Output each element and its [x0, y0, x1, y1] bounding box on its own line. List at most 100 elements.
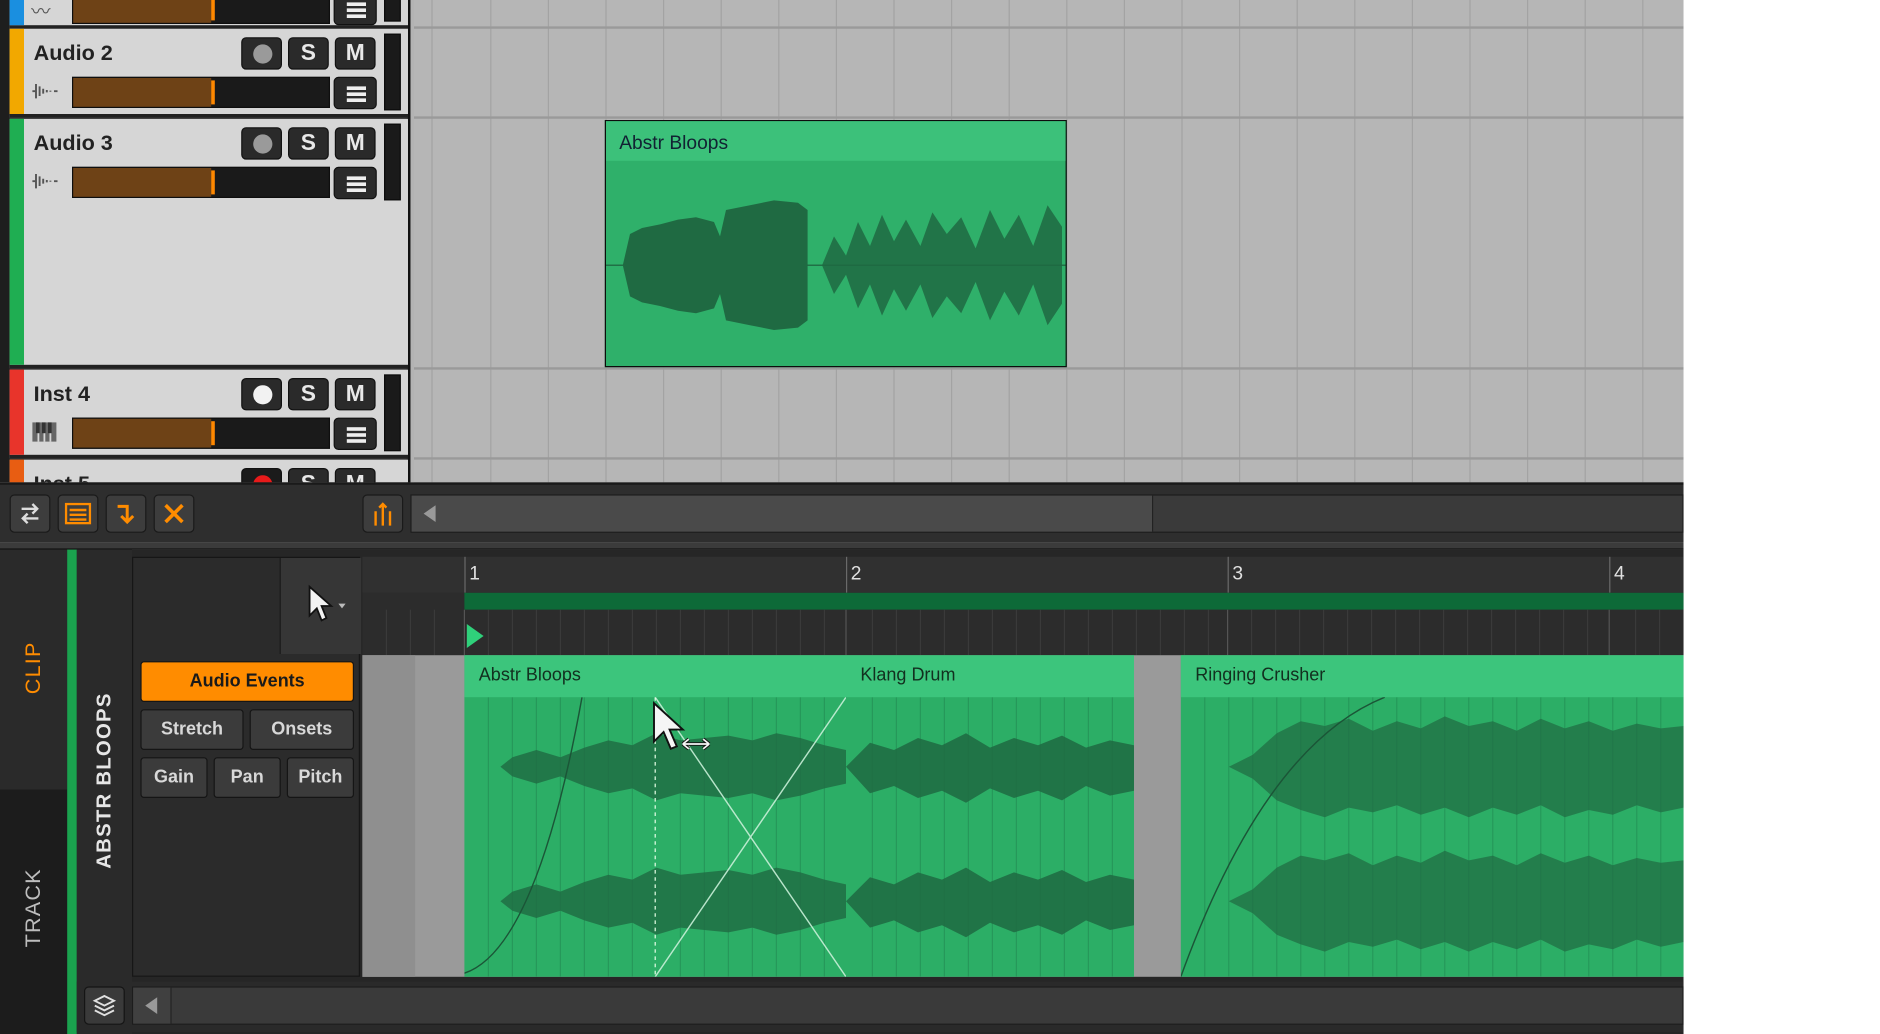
stretch-button[interactable]: Stretch [140, 709, 244, 750]
volume-fader[interactable] [72, 0, 330, 25]
audio-events-button[interactable]: Audio Events [140, 661, 354, 702]
track-name[interactable]: Inst 4 [34, 382, 90, 407]
tab-clip[interactable]: CLIP [0, 549, 68, 790]
onsets-button[interactable]: Onsets [249, 709, 354, 750]
track-color-strip [9, 0, 24, 26]
waveform-icon [31, 79, 58, 103]
arrow-down-icon[interactable] [105, 494, 147, 533]
gain-button[interactable]: Gain [140, 757, 208, 799]
clip-waveform [606, 200, 1066, 330]
mute-button[interactable]: M [334, 468, 376, 483]
clip-name-label: ABSTR BLOOPS [92, 692, 116, 869]
audio-events-lane[interactable]: Abstr Bloops Klang Drum Ringing Crusher [362, 655, 1684, 977]
track-menu-button[interactable] [333, 166, 377, 200]
mute-button[interactable]: M [334, 37, 376, 70]
detail-horizontal-scrollbar[interactable] [132, 986, 1684, 1025]
event-waveform [846, 697, 1134, 977]
event-header[interactable]: Abstr Bloops [464, 655, 847, 698]
record-arm-button[interactable] [241, 37, 282, 70]
level-meter [384, 123, 401, 201]
clip-title: Abstr Bloops [619, 133, 729, 154]
ruler-bar-1: 1 [469, 564, 480, 585]
event-title: Ringing Crusher [1195, 664, 1326, 686]
scroll-left-icon[interactable] [145, 997, 158, 1015]
level-meter [384, 33, 401, 111]
track-header-audio-2[interactable]: Audio 2 S M [9, 28, 409, 118]
audio-event-ringing-crusher[interactable]: Ringing Crusher [1180, 655, 1684, 977]
timeline-ruler[interactable]: 1 2 3 4 [362, 556, 1684, 593]
record-arm-button[interactable] [241, 127, 282, 160]
clip-color-strip [67, 549, 77, 1034]
track-header-audio-1[interactable]: 〰 [9, 0, 409, 29]
detail-bottom-bar [76, 981, 1684, 1032]
solo-button[interactable]: S [288, 37, 329, 70]
clip-name-column: ABSTR BLOOPS [76, 549, 132, 1034]
volume-fader[interactable] [72, 76, 330, 109]
event-header[interactable]: Ringing Crusher [1180, 655, 1684, 698]
solo-button[interactable]: S [288, 127, 329, 160]
record-arm-button[interactable] [241, 468, 282, 483]
level-meter [384, 374, 401, 452]
close-icon[interactable] [153, 494, 195, 533]
arranger-clip[interactable]: Abstr Bloops [604, 120, 1067, 368]
ruler-bar-2: 2 [850, 564, 862, 585]
pointer-tool-icon [308, 584, 346, 622]
pitch-button[interactable]: Pitch [286, 757, 354, 799]
track-color-strip [9, 28, 24, 115]
track-header-audio-3[interactable]: Audio 3 S M [9, 118, 409, 369]
arranger-view: 〰 Audio 2 S M Audio 3 S M Inst 4 S M Abs… [0, 0, 1684, 483]
track-color-strip [9, 369, 24, 455]
horizontal-scrollbar[interactable] [410, 494, 1684, 533]
track-header-inst-5[interactable]: Inst 5 S M [9, 459, 409, 483]
track-color-strip [9, 459, 24, 483]
panel-splitter[interactable] [0, 542, 1684, 550]
tab-track[interactable]: TRACK [0, 789, 68, 1034]
solo-button[interactable]: S [288, 378, 329, 411]
track-menu-button[interactable] [333, 76, 377, 110]
track-header-inst-4[interactable]: Inst 4 S M [9, 369, 409, 459]
solo-button[interactable]: S [288, 468, 329, 483]
volume-fader[interactable] [72, 417, 330, 449]
mute-button[interactable]: M [334, 378, 376, 411]
loop-region[interactable] [464, 592, 1684, 610]
pre-roll-area [362, 655, 416, 977]
track-menu-button[interactable] [333, 0, 377, 26]
loop-lane[interactable] [362, 592, 1684, 656]
list-icon[interactable] [57, 494, 99, 533]
event-title: Klang Drum [860, 664, 956, 686]
clip-header[interactable]: Abstr Bloops [606, 121, 1066, 161]
follow-icon[interactable] [362, 494, 404, 533]
clip-inspector: Audio Events Stretch Onsets Gain Pan Pit… [132, 556, 362, 977]
volume-fader[interactable] [72, 166, 330, 199]
piano-keys-icon [31, 420, 57, 444]
event-header[interactable]: Klang Drum [846, 655, 1134, 698]
record-arm-button[interactable] [241, 378, 282, 411]
play-start-marker-icon[interactable] [466, 624, 484, 648]
tab-track-label: TRACK [21, 868, 45, 948]
track-name[interactable]: Audio 3 [34, 131, 113, 156]
ruler-bar-4: 4 [1614, 564, 1625, 585]
tool-selector[interactable] [279, 558, 362, 654]
ruler-bar-3: 3 [1232, 564, 1244, 585]
swap-icon[interactable] [9, 494, 51, 533]
layers-icon[interactable] [84, 986, 125, 1025]
track-header-column: 〰 Audio 2 S M Audio 3 S M Inst 4 S M [0, 0, 411, 483]
scrollbar-thumb[interactable] [411, 495, 1154, 532]
event-title: Abstr Bloops [478, 664, 581, 686]
side-tabs: CLIP TRACK [0, 549, 68, 1034]
audio-event-klang-drum[interactable]: Klang Drum [846, 655, 1134, 977]
level-meter [384, 0, 401, 22]
detail-editor: CLIP TRACK ABSTR BLOOPS Audio Events Str… [0, 549, 1684, 1034]
track-color-strip [9, 118, 24, 365]
scroll-left-icon[interactable] [423, 505, 436, 522]
mouse-cursor-icon [653, 701, 711, 751]
waveform-icon: 〰 [31, 2, 51, 23]
lane-grid [385, 609, 1661, 656]
event-waveform [1180, 697, 1684, 977]
track-menu-button[interactable] [333, 417, 377, 451]
track-name[interactable]: Inst 5 [34, 472, 90, 483]
mute-button[interactable]: M [334, 127, 376, 160]
pan-button[interactable]: Pan [213, 757, 281, 799]
track-name[interactable]: Audio 2 [34, 41, 113, 66]
tab-clip-label: CLIP [21, 641, 45, 695]
